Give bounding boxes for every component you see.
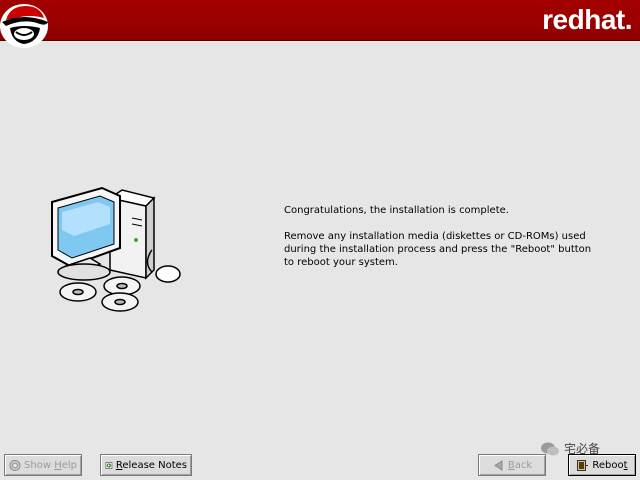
reboot-icon bbox=[577, 459, 589, 471]
computer-with-cds-icon bbox=[51, 186, 181, 312]
help-icon bbox=[9, 459, 21, 471]
completion-message: Congratulations, the installation is com… bbox=[284, 204, 604, 269]
remove-media-text: Remove any installation media (diskettes… bbox=[284, 231, 592, 268]
brand-wordmark: redhat. bbox=[542, 4, 632, 35]
release-notes-icon bbox=[105, 461, 113, 469]
back-button[interactable]: Back bbox=[478, 454, 546, 476]
show-help-button[interactable]: Show Help bbox=[4, 454, 82, 476]
congrats-text: Congratulations, the installation is com… bbox=[284, 205, 509, 216]
back-arrow-icon bbox=[493, 459, 503, 471]
header-banner: redhat. bbox=[0, 0, 640, 48]
reboot-button[interactable]: Reboot bbox=[568, 454, 636, 476]
release-notes-button[interactable]: Release Notes bbox=[100, 454, 192, 476]
redhat-shadowman-icon bbox=[0, 4, 48, 48]
